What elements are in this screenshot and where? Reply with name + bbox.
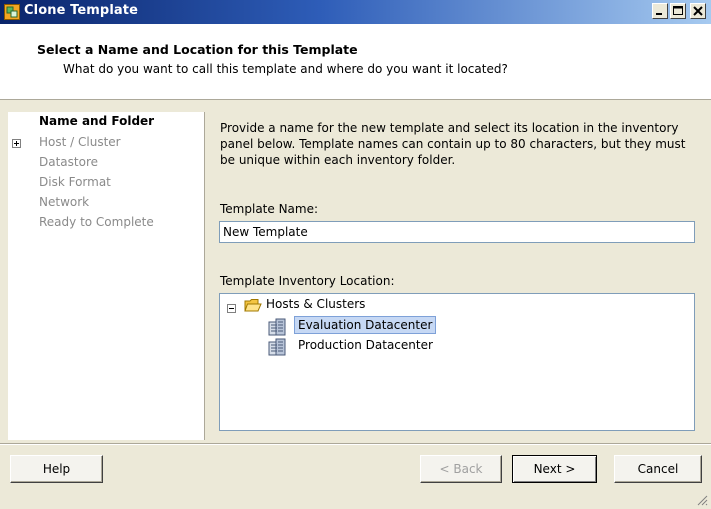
step-datastore: Datastore bbox=[39, 155, 99, 169]
page-title: Select a Name and Location for this Temp… bbox=[37, 42, 358, 57]
wizard-header: Select a Name and Location for this Temp… bbox=[0, 24, 711, 100]
tree-item-evaluation-datacenter[interactable]: Evaluation Datacenter bbox=[294, 316, 437, 334]
step-name-and-folder: Name and Folder bbox=[39, 114, 155, 128]
tree-item-production-datacenter[interactable]: Production Datacenter bbox=[298, 338, 433, 352]
wizard-content: Provide a name for the new template and … bbox=[205, 112, 705, 440]
maximize-icon bbox=[673, 6, 683, 15]
wizard-steps: Name and Folder Host / Cluster Datastore… bbox=[8, 112, 205, 440]
step-network: Network bbox=[39, 195, 90, 209]
datacenter-icon bbox=[268, 318, 286, 336]
description-text: Provide a name for the new template and … bbox=[220, 121, 686, 167]
template-name-label: Template Name: bbox=[220, 202, 319, 216]
expand-icon[interactable] bbox=[12, 139, 21, 148]
tree-root-hosts-clusters[interactable]: Hosts & Clusters bbox=[266, 297, 365, 311]
help-button[interactable]: Help bbox=[10, 455, 103, 483]
clone-template-dialog: Clone Template Select a Name and Locatio… bbox=[0, 0, 711, 509]
minimize-icon bbox=[656, 13, 662, 15]
collapse-icon[interactable] bbox=[227, 304, 236, 313]
folder-icon bbox=[244, 299, 262, 312]
resize-grip-icon[interactable] bbox=[696, 494, 708, 506]
minimize-button[interactable] bbox=[652, 3, 668, 19]
page-subtitle: What do you want to call this template a… bbox=[63, 62, 508, 76]
step-ready-to-complete: Ready to Complete bbox=[39, 215, 154, 229]
step-host-cluster: Host / Cluster bbox=[39, 135, 121, 149]
datacenter-icon bbox=[268, 338, 286, 356]
template-name-input[interactable] bbox=[219, 221, 695, 243]
next-button[interactable]: Next > bbox=[512, 455, 597, 483]
close-button[interactable] bbox=[690, 3, 706, 19]
clone-template-icon bbox=[4, 4, 20, 20]
cancel-button[interactable]: Cancel bbox=[614, 455, 702, 483]
step-disk-format: Disk Format bbox=[39, 175, 111, 189]
window-title: Clone Template bbox=[24, 3, 138, 18]
footer-separator bbox=[0, 443, 711, 445]
inventory-tree[interactable]: Hosts & Clusters Evaluation Datacenter P… bbox=[219, 293, 695, 431]
title-bar[interactable]: Clone Template bbox=[0, 0, 711, 24]
maximize-button[interactable] bbox=[670, 3, 686, 19]
close-icon bbox=[693, 6, 703, 16]
back-button[interactable]: < Back bbox=[420, 455, 502, 483]
inventory-location-label: Template Inventory Location: bbox=[220, 274, 395, 288]
